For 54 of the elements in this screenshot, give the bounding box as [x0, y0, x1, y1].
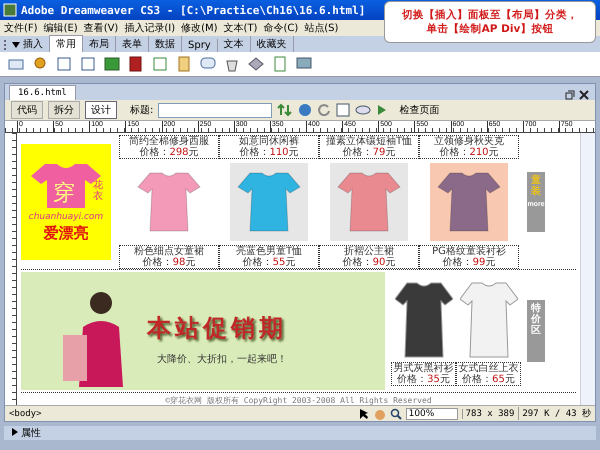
zoom-dropdown[interactable]: 100%: [406, 408, 458, 420]
banner-title: 本站促销期: [147, 313, 287, 344]
product-label[interactable]: 折褶公主裙 价格：90元: [319, 245, 419, 269]
menu-item[interactable]: 文件(F): [4, 21, 38, 35]
download-size: 297 K / 43 秒: [518, 407, 591, 420]
check-page-button[interactable]: 检查页面: [397, 103, 442, 117]
logo-slogan: 爱漂亮: [44, 224, 88, 242]
window-title: Adobe Dreamweaver CS3 - [C:\Practice\Ch16\16.6.html]: [21, 4, 366, 16]
product-label[interactable]: 简约全棉修身西服 价格：298元: [119, 135, 219, 159]
product-label[interactable]: 如意同休闲裤 价格：110元: [219, 135, 319, 159]
promo-banner[interactable]: 本站促销期 大降价、大折扣，一起来吧！: [21, 272, 385, 390]
search-icon[interactable]: [390, 408, 402, 420]
title-label: 标题:: [130, 104, 154, 117]
arrows-icon[interactable]: [277, 103, 294, 117]
product-label[interactable]: 立领修身秋夹克 价格：210元: [419, 135, 519, 159]
product-label[interactable]: 粉色细点女童裙 价格：98元: [119, 245, 219, 269]
vertical-scrollbar[interactable]: [580, 133, 595, 405]
product-label[interactable]: 男式灰黑衬衫 价格：35元: [391, 362, 456, 386]
product-label[interactable]: 亮蓝色男童T恤 价格：55元: [219, 245, 319, 269]
view-button[interactable]: 拆分: [48, 101, 80, 119]
grip-handle[interactable]: [4, 40, 9, 50]
menu-item[interactable]: 文本(T): [224, 21, 258, 35]
menu-item[interactable]: 修改(M): [181, 21, 218, 35]
window-size-dropdown[interactable]: 783 x 389: [462, 408, 514, 418]
pointer-icon[interactable]: [358, 408, 370, 420]
doc-icon[interactable]: [272, 56, 288, 72]
tshirt-icon: [31, 162, 101, 210]
refresh-icon[interactable]: [317, 103, 332, 117]
tag-selector[interactable]: <body>: [9, 408, 42, 418]
product-label[interactable]: PG格纹童装衬衫 价格：99元: [419, 245, 519, 269]
document-tab[interactable]: 16.6.html: [9, 85, 76, 100]
panel-title[interactable]: 插入: [23, 37, 43, 52]
menu-item[interactable]: 查看(V): [84, 21, 118, 35]
menu-item[interactable]: 站点(S): [304, 21, 338, 35]
menu-item[interactable]: 编辑(E): [44, 21, 78, 35]
logo-text: 穿: [53, 180, 75, 208]
view-button[interactable]: 设计: [85, 101, 117, 119]
copyright-text: ©穿花衣网 版权所有 CopyRight 2003-2008 All Rights Reserved: [164, 395, 433, 406]
properties-panel-header[interactable]: 属性: [4, 426, 596, 440]
menu-item[interactable]: 命令(C): [263, 21, 298, 35]
product-label[interactable]: 女式白丝上衣 价格：65元: [456, 362, 521, 386]
app-icon: [3, 3, 17, 17]
view-button[interactable]: 代码: [11, 101, 43, 119]
instruction-callout: 切换【插入】面板至【布局】分类， 单击【绘制AP Div】按钮: [384, 1, 596, 43]
logo-domain: chuanhuayi.com: [28, 212, 104, 222]
menu-item[interactable]: 插入记录(I): [124, 21, 176, 35]
panel-tab[interactable]: 常用: [49, 35, 83, 52]
expand-icon[interactable]: [12, 428, 18, 436]
logo-text: 花衣: [93, 180, 103, 202]
product-label[interactable]: 撞素立体镶短袖T恤 价格：79元: [319, 135, 419, 159]
restore-icon[interactable]: [565, 90, 575, 100]
title-field[interactable]: [158, 102, 272, 118]
close-icon[interactable]: [579, 90, 589, 100]
banner-subtitle: 大降价、大折扣，一起来吧！: [157, 352, 287, 366]
